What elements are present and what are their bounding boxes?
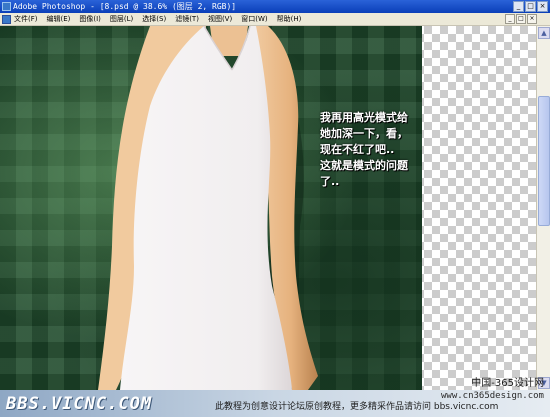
annotation-line: 这就是模式的问题 bbox=[320, 159, 408, 172]
annotation-text: 我再用高光模式给 她加深一下，看， 现在不红了吧.. 这就是模式的问题 了.. bbox=[320, 110, 420, 190]
doc-restore-button[interactable]: □ bbox=[516, 14, 526, 24]
document-canvas[interactable]: 我再用高光模式给 她加深一下，看， 现在不红了吧.. 这就是模式的问题 了.. bbox=[0, 26, 536, 390]
menu-window[interactable]: 窗口(W) bbox=[241, 13, 267, 25]
photoshop-app-icon bbox=[2, 2, 11, 11]
menu-view[interactable]: 视图(V) bbox=[208, 13, 232, 25]
window-controls: _ □ × bbox=[513, 1, 548, 12]
window-title: Adobe Photoshop - [8.psd @ 38.6% (图层 2, … bbox=[13, 2, 237, 11]
menu-edit[interactable]: 编辑(E) bbox=[47, 13, 71, 25]
annotation-line: 她加深一下，看， bbox=[320, 127, 408, 140]
maximize-button[interactable]: □ bbox=[525, 1, 536, 12]
doc-minimize-button[interactable]: _ bbox=[505, 14, 515, 24]
title-bar: Adobe Photoshop - [8.psd @ 38.6% (图层 2, … bbox=[0, 0, 550, 13]
minimize-button[interactable]: _ bbox=[513, 1, 524, 12]
scroll-up-arrow-icon[interactable]: ▲ bbox=[538, 27, 550, 39]
menu-help[interactable]: 帮助(H) bbox=[277, 13, 302, 25]
menu-layer[interactable]: 图层(L) bbox=[110, 13, 133, 25]
menu-image[interactable]: 图像(I) bbox=[79, 13, 101, 25]
annotation-line: 我再用高光模式给 bbox=[320, 111, 408, 124]
close-button[interactable]: × bbox=[537, 1, 548, 12]
watermark-site-cn: 中国-365设计网 bbox=[471, 378, 544, 389]
annotation-line: 了.. bbox=[320, 175, 340, 188]
tutorial-footer: BBS.VICNC.COM 此教程为创意设计论坛原创教程，更多精采作品请访问 b… bbox=[0, 390, 550, 417]
menu-file[interactable]: 文件(F) bbox=[14, 13, 38, 25]
document-controls: _ □ × bbox=[505, 14, 537, 24]
doc-close-button[interactable]: × bbox=[527, 14, 537, 24]
forum-logo: BBS.VICNC.COM bbox=[6, 394, 153, 414]
scroll-thumb[interactable] bbox=[538, 96, 550, 226]
watermark-url: www.cn365design.com bbox=[441, 391, 544, 401]
menu-filter[interactable]: 滤镜(T) bbox=[175, 13, 199, 25]
document-icon[interactable] bbox=[2, 15, 11, 24]
annotation-line: 现在不红了吧.. bbox=[320, 143, 395, 156]
vertical-scrollbar[interactable]: ▲ ▼ bbox=[536, 26, 550, 390]
menu-bar: 文件(F) 编辑(E) 图像(I) 图层(L) 选择(S) 滤镜(T) 视图(V… bbox=[0, 13, 550, 26]
model-figure bbox=[98, 26, 318, 390]
menu-select[interactable]: 选择(S) bbox=[142, 13, 166, 25]
